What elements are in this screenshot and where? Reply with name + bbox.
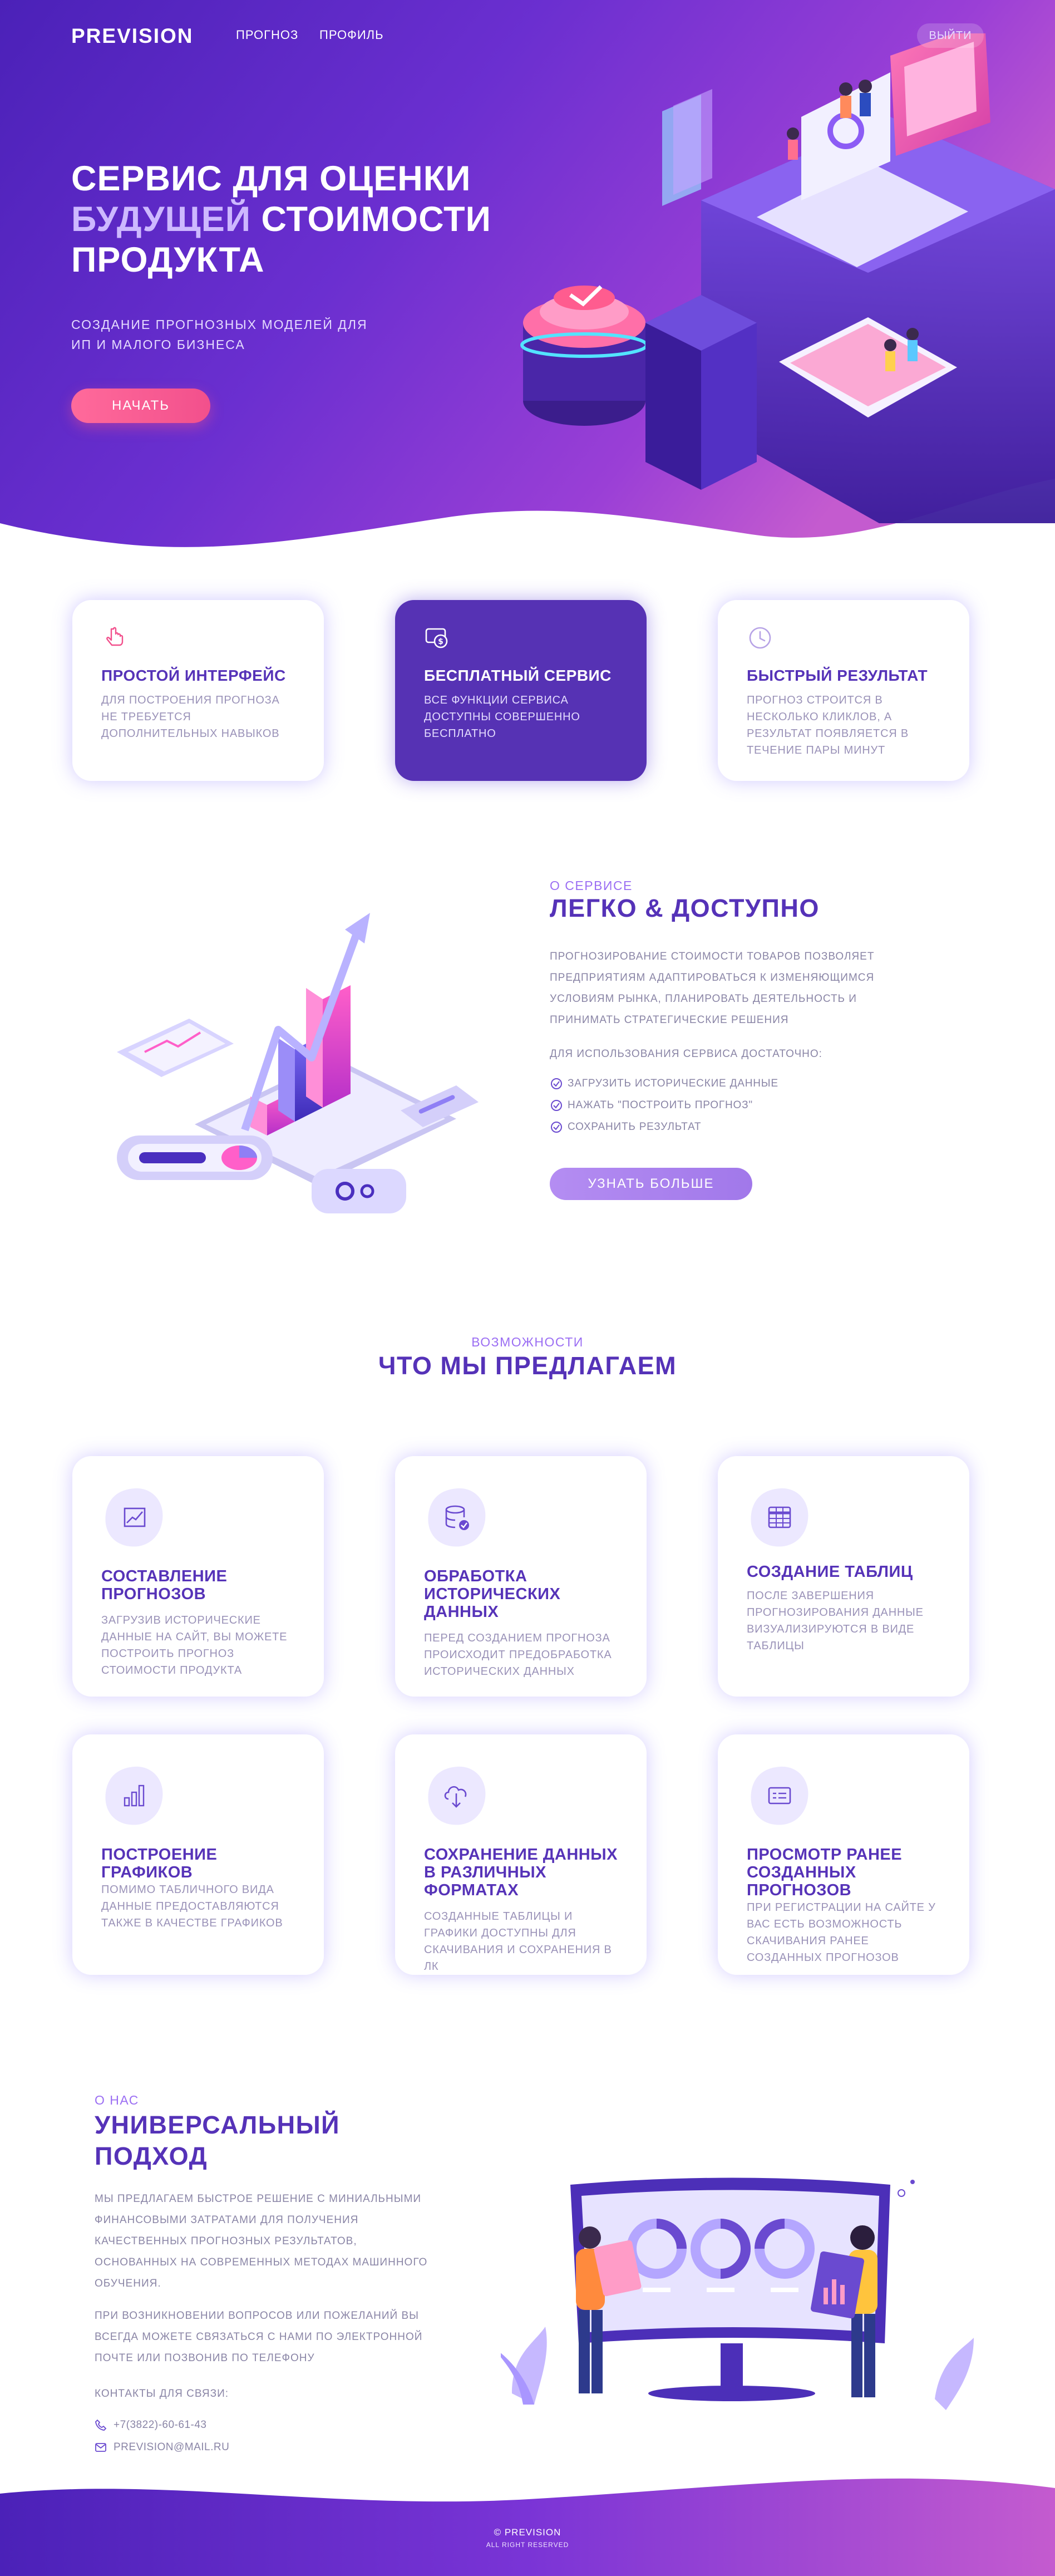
feature-title: ПРОСТОЙ ИНТЕРФЕЙС bbox=[101, 667, 286, 684]
offer-text: ПОСЛЕ ЗАВЕРШЕНИЯ ПРОГНОЗИРОВАНИЯ ДАННЫЕ … bbox=[747, 1590, 924, 1652]
offer-card-graphs: ПОСТРОЕНИЕ ГРАФИКОВ ПОМИМО ТАБЛИЧНОГО ВИ… bbox=[72, 1734, 324, 1975]
offer-card-saving: СОХРАНЕНИЕ ДАННЫХ В РАЗЛИЧНЫХ ФОРМАТАХ С… bbox=[395, 1734, 647, 1975]
offer-title: ОБРАБОТКА ИСТОРИЧЕСКИХ ДАННЫХ bbox=[424, 1567, 561, 1621]
steps-intro: ДЛЯ ИСПОЛЬЗОВАНИЯ СЕРВИСА ДОСТАТОЧНО: bbox=[550, 1048, 822, 1060]
offers-eyebrow: ВОЗМОЖНОСТИ bbox=[471, 1335, 584, 1349]
money-icon: $ bbox=[425, 628, 448, 648]
feature-text: ПРОГНОЗ СТРОИТСЯ В НЕСКОЛЬКО КЛИКЛОВ, А … bbox=[747, 694, 909, 756]
contact-phone[interactable]: +7(3822)-60-61-43 bbox=[95, 2419, 206, 2431]
offer-text: ПЕРЕД СОЗДАНИЕМ ПРОГНОЗА ПРОИСХОДИТ ПРЕД… bbox=[424, 1632, 612, 1678]
step-label: СОХРАНИТЬ РЕЗУЛЬТАТ bbox=[568, 1121, 702, 1133]
offer-title: ПРОСМОТР РАНЕЕ СОЗДАННЫХ ПРОГНОЗОВ bbox=[747, 1846, 903, 1899]
step-label: ЗАГРУЗИТЬ ИСТОРИЧЕСКИЕ ДАННЫЕ bbox=[568, 1078, 778, 1089]
trend-chart-icon bbox=[105, 1488, 163, 1547]
hero-title-accent: БУДУЩЕЙ bbox=[71, 200, 252, 239]
step-item: НАЖАТЬ "ПОСТРОИТЬ ПРОГНОЗ" bbox=[550, 1099, 753, 1112]
about-service-paragraph: ПРОГНОЗИРОВАНИЕ СТОИМОСТИ ТОВАРОВ ПОЗВОЛ… bbox=[550, 951, 875, 1026]
offer-text: ПОМИМО ТАБЛИЧНОГО ВИДА ДАННЫЕ ПРЕДОСТАВЛ… bbox=[101, 1884, 283, 1929]
hero-title: СЕРВИС ДЛЯ ОЦЕНКИ БУДУЩЕЙ СТОИМОСТИ ПРОД… bbox=[71, 159, 528, 281]
universal-eyebrow: О НАС bbox=[95, 2093, 139, 2107]
bar-chart-icon bbox=[105, 1766, 163, 1825]
feature-title: БЕСПЛАТНЫЙ СЕРВИС bbox=[424, 667, 612, 684]
offer-text: СОЗДАННЫЕ ТАБЛИЦЫ И ГРАФИКИ ДОСТУПНЫ ДЛЯ… bbox=[424, 1910, 612, 1973]
offer-text: ЗАГРУЗИВ ИСТОРИЧЕСКИЕ ДАННЫЕ НА САЙТ, ВЫ… bbox=[101, 1614, 288, 1677]
clock-icon bbox=[749, 627, 771, 649]
check-circle-icon bbox=[551, 1100, 562, 1111]
about-service-title: ЛЕГКО & ДОСТУПНО bbox=[550, 894, 820, 922]
list-card-icon bbox=[751, 1766, 808, 1825]
hand-pointer-icon bbox=[106, 627, 124, 646]
database-check-icon bbox=[428, 1488, 486, 1547]
brand-logo[interactable]: PREVISION bbox=[71, 24, 194, 48]
step-item: СОХРАНИТЬ РЕЗУЛЬТАТ bbox=[550, 1120, 701, 1134]
hero-title-line1: СЕРВИС ДЛЯ ОЦЕНКИ bbox=[71, 159, 471, 198]
nav-link-forecast[interactable]: ПРОГНОЗ bbox=[236, 28, 298, 42]
logout-button[interactable]: ВЫЙТИ bbox=[917, 23, 984, 48]
phone-number[interactable]: +7(3822)-60-61-43 bbox=[114, 2419, 206, 2431]
feature-text: ДЛЯ ПОСТРОЕНИЯ ПРОГНОЗА НЕ ТРЕБУЕТСЯ ДОП… bbox=[101, 694, 280, 740]
offer-text: ПРИ РЕГИСТРАЦИИ НА САЙТЕ У ВАС ЕСТЬ ВОЗМ… bbox=[747, 1901, 936, 1964]
step-item: ЗАГРУЗИТЬ ИСТОРИЧЕСКИЕ ДАННЫЕ bbox=[550, 1077, 778, 1090]
universal-title-line2: ПОДХОД bbox=[95, 2142, 208, 2170]
universal-paragraph-1: МЫ ПРЕДЛАГАЕМ БЫСТРОЕ РЕШЕНИЕ С МИНИАЛЬН… bbox=[95, 2193, 428, 2289]
cloud-download-icon bbox=[428, 1766, 486, 1825]
check-circle-icon bbox=[551, 1122, 562, 1133]
footer-copyright: © PREVISION bbox=[494, 2527, 561, 2538]
learn-more-button[interactable]: УЗНАТЬ БОЛЬШЕ bbox=[550, 1168, 752, 1200]
hero-title-line2: СТОИМОСТИ bbox=[251, 200, 491, 239]
footer-rights: ALL RIGHT RESERVED bbox=[486, 2541, 569, 2549]
universal-paragraph-2: ПРИ ВОЗНИКНОВЕНИИ ВОПРОСОВ ИЛИ ПОЖЕЛАНИЙ… bbox=[95, 2310, 423, 2364]
analytics-isometric-illustration bbox=[117, 913, 479, 1213]
about-service-eyebrow: О СЕРВИСЕ bbox=[550, 878, 633, 893]
feature-card-simple-interface: ПРОСТОЙ ИНТЕРФЕЙС ДЛЯ ПОСТРОЕНИЯ ПРОГНОЗ… bbox=[72, 600, 324, 781]
hero-isometric-illustration bbox=[520, 33, 1055, 523]
contact-email[interactable]: PREVISION@MAIL.RU bbox=[95, 2441, 229, 2454]
mail-icon bbox=[95, 2443, 106, 2452]
feature-text: ВСЕ ФУНКЦИИ СЕРВИСА ДОСТУПНЫ СОВЕРШЕННО … bbox=[424, 694, 580, 740]
phone-icon bbox=[95, 2419, 107, 2431]
universal-title: УНИВЕРСАЛЬНЫЙ ПОДХОД bbox=[95, 2110, 340, 2172]
nav-link-profile[interactable]: ПРОФИЛЬ bbox=[319, 28, 384, 42]
hero-title-line3: ПРОДУКТА bbox=[71, 240, 265, 279]
hero-subtitle: СОЗДАНИЕ ПРОГНОЗНЫХ МОДЕЛЕЙ ДЛЯ ИП И МАЛ… bbox=[71, 317, 368, 352]
start-button[interactable]: НАЧАТЬ bbox=[71, 389, 210, 423]
offer-title: ПОСТРОЕНИЕ ГРАФИКОВ bbox=[101, 1846, 218, 1881]
offer-title: СОХРАНЕНИЕ ДАННЫХ В РАЗЛИЧНЫХ ФОРМАТАХ bbox=[424, 1846, 618, 1899]
offers-title: ЧТО МЫ ПРЕДЛАГАЕМ bbox=[378, 1351, 677, 1380]
offer-title: СОЗДАНИЕ ТАБЛИЦ bbox=[747, 1563, 913, 1581]
contacts-label: КОНТАКТЫ ДЛЯ СВЯЗИ: bbox=[95, 2388, 229, 2400]
universal-title-line1: УНИВЕРСАЛЬНЫЙ bbox=[95, 2111, 340, 2139]
feature-card-free-service: $ БЕСПЛАТНЫЙ СЕРВИС ВСЕ ФУНКЦИИ СЕРВИСА … bbox=[395, 600, 647, 781]
team-dashboard-illustration bbox=[501, 2177, 974, 2410]
offer-card-tables: СОЗДАНИЕ ТАБЛИЦ ПОСЛЕ ЗАВЕРШЕНИЯ ПРОГНОЗ… bbox=[718, 1456, 969, 1697]
svg-text:$: $ bbox=[438, 637, 443, 646]
hero-section: PREVISION ПРОГНОЗ ПРОФИЛЬ ВЫЙТИ СЕРВИС Д… bbox=[0, 0, 1055, 557]
offer-card-forecasts: СОСТАВЛЕНИЕ ПРОГНОЗОВ ЗАГРУЗИВ ИСТОРИЧЕС… bbox=[72, 1456, 324, 1697]
table-icon bbox=[751, 1488, 808, 1547]
footer-background bbox=[0, 2478, 1055, 2576]
offer-card-history: ПРОСМОТР РАНЕЕ СОЗДАННЫХ ПРОГНОЗОВ ПРИ Р… bbox=[718, 1734, 969, 1975]
offer-card-data-processing: ОБРАБОТКА ИСТОРИЧЕСКИХ ДАННЫХ ПЕРЕД СОЗД… bbox=[395, 1456, 647, 1697]
feature-card-fast-result: БЫСТРЫЙ РЕЗУЛЬТАТ ПРОГНОЗ СТРОИТСЯ В НЕС… bbox=[718, 600, 969, 781]
step-label: НАЖАТЬ "ПОСТРОИТЬ ПРОГНОЗ" bbox=[568, 1099, 753, 1111]
offer-title: СОСТАВЛЕНИЕ ПРОГНОЗОВ bbox=[101, 1567, 228, 1603]
email-address[interactable]: PREVISION@MAIL.RU bbox=[114, 2441, 229, 2454]
footer bbox=[0, 2471, 1055, 2576]
check-circle-icon bbox=[551, 1078, 562, 1089]
feature-title: БЫСТРЫЙ РЕЗУЛЬТАТ bbox=[747, 667, 928, 684]
